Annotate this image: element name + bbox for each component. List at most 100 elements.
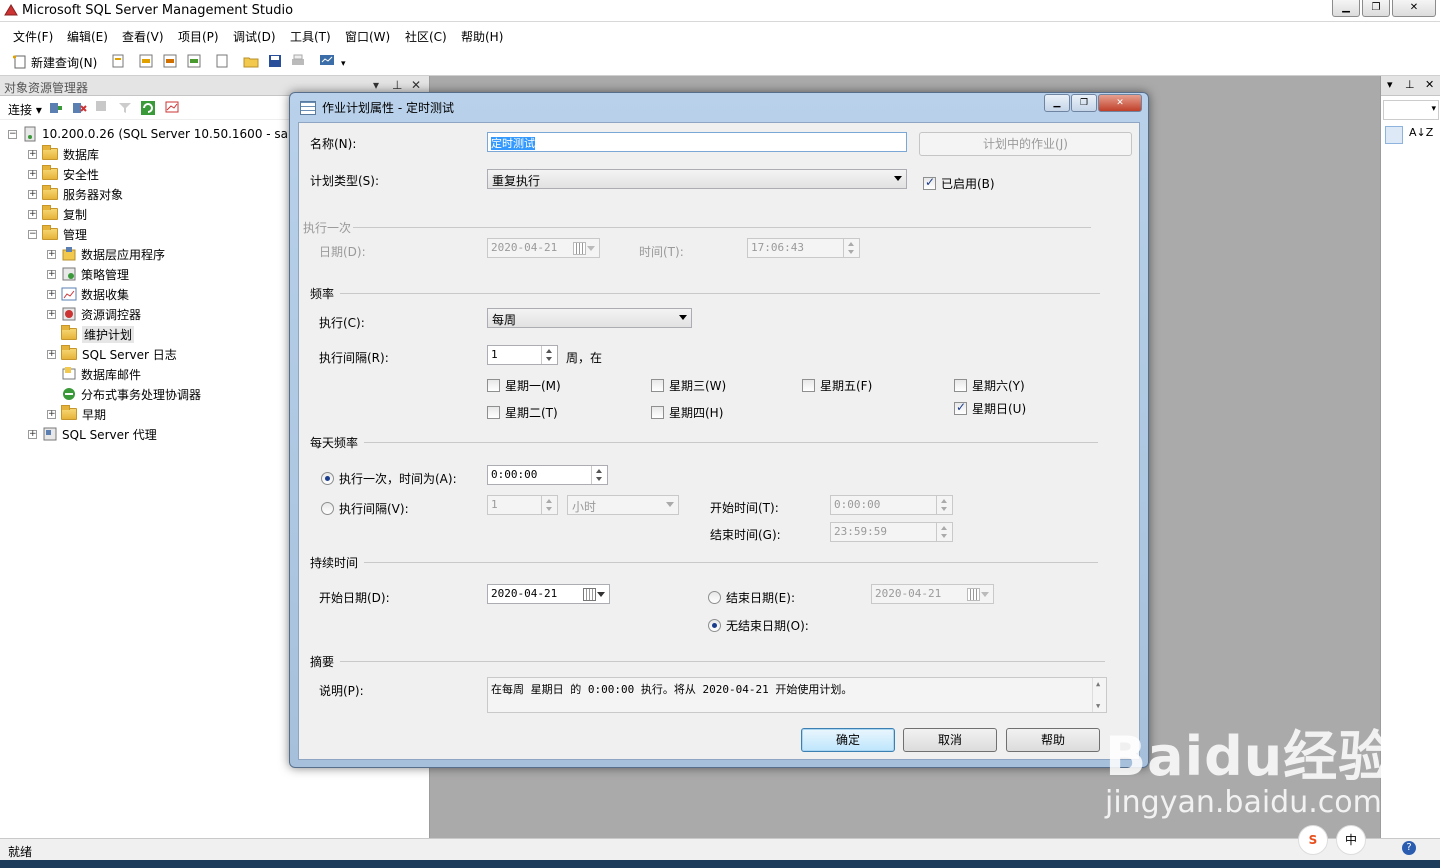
print-icon[interactable]	[290, 53, 306, 69]
menu-debug[interactable]: 调试(D)	[233, 28, 276, 45]
file-icon[interactable]	[110, 53, 126, 69]
save-icon[interactable]	[267, 53, 283, 69]
xmla-query-icon[interactable]	[186, 53, 202, 69]
end-date-radio[interactable]: 结束日期(E):	[708, 589, 795, 606]
tree-node-policy-management[interactable]: + 策略管理	[47, 264, 129, 284]
activity-monitor-small-icon[interactable]	[164, 100, 180, 116]
ime-mode-icon[interactable]: 中	[1336, 825, 1366, 855]
pin-icon[interactable]: ⊥	[392, 78, 402, 92]
occurs-every-radio[interactable]: 执行间隔(V):	[321, 500, 409, 517]
dmx-query-icon[interactable]	[162, 53, 178, 69]
no-end-date-radio[interactable]: 无结束日期(O):	[708, 617, 809, 634]
wednesday-checkbox[interactable]: 星期三(W)	[651, 377, 726, 394]
occurs-every-unit-select[interactable]: 小时	[567, 495, 679, 515]
tree-node-resource-governor[interactable]: + 资源调控器	[47, 304, 141, 324]
enabled-checkbox[interactable]: 已启用(B)	[923, 175, 995, 192]
main-toolbar: 新建查询(N) ▾	[0, 48, 1440, 76]
menu-tools[interactable]: 工具(T)	[290, 28, 331, 45]
folder-icon	[42, 185, 58, 200]
categorized-icon[interactable]	[1385, 126, 1403, 144]
friday-checkbox[interactable]: 星期五(F)	[802, 377, 872, 394]
ok-button[interactable]: 确定	[801, 728, 895, 752]
tree-node-security[interactable]: + 安全性	[28, 164, 99, 184]
open-folder-icon[interactable]	[243, 53, 259, 69]
tree-node-management[interactable]: − 管理	[28, 224, 87, 244]
tree-node-data-tier-apps[interactable]: + 数据层应用程序	[47, 244, 165, 264]
refresh-icon[interactable]	[140, 100, 156, 116]
tree-node-data-collection[interactable]: + 数据收集	[47, 284, 129, 304]
occurs-every-spinner[interactable]: 1	[487, 495, 558, 515]
name-field[interactable]: 定时测试	[487, 132, 907, 152]
ssms-icon	[4, 4, 18, 16]
pin-icon[interactable]: ⊥	[1405, 78, 1415, 91]
sogou-ime-icon[interactable]: S	[1298, 825, 1328, 855]
new-query-button[interactable]: 新建查询(N)	[12, 53, 97, 71]
close-button[interactable]: ✕	[1392, 0, 1436, 17]
panel-close-icon[interactable]: ✕	[411, 78, 421, 92]
cancel-button[interactable]: 取消	[903, 728, 997, 752]
status-text: 就绪	[8, 845, 33, 859]
menu-edit[interactable]: 编辑(E)	[67, 28, 108, 45]
new-query-label: 新建查询(N)	[31, 55, 98, 70]
menu-project[interactable]: 项目(P)	[178, 28, 219, 45]
filter-icon[interactable]	[117, 100, 133, 116]
dialog-maximize-button[interactable]: ❐	[1071, 94, 1097, 112]
thursday-checkbox[interactable]: 星期四(H)	[651, 404, 723, 421]
minimize-button[interactable]: ▁	[1332, 0, 1360, 17]
schedule-type-select[interactable]: 重复执行	[487, 169, 907, 189]
tree-node-sql-server-logs[interactable]: + SQL Server 日志	[47, 344, 177, 364]
help-icon[interactable]: ?	[1402, 841, 1416, 855]
help-button[interactable]: 帮助	[1006, 728, 1100, 752]
tree-node-replication[interactable]: + 复制	[28, 204, 87, 224]
tree-node-server[interactable]: − 10.200.0.26 (SQL Server 10.50.1600 - s…	[8, 124, 293, 144]
calendar-icon	[967, 588, 989, 601]
dialog-close-button[interactable]: ✕	[1098, 94, 1142, 112]
saturday-checkbox[interactable]: 星期六(Y)	[954, 377, 1025, 394]
description-textarea[interactable]: 在每周 星期日 的 0:00:00 执行。将从 2020-04-21 开始使用计…	[487, 677, 1107, 713]
panel-close-icon[interactable]: ✕	[1425, 78, 1434, 91]
tree-node-database-mail[interactable]: 数据库邮件	[47, 364, 141, 384]
stop-icon[interactable]	[96, 101, 106, 111]
tree-node-server-objects[interactable]: + 服务器对象	[28, 184, 123, 204]
tree-node-maintenance-plans[interactable]: 维护计划	[47, 324, 135, 344]
tree-node-dtc[interactable]: 分布式事务处理协调器	[47, 384, 201, 404]
data-tier-app-icon	[62, 247, 76, 261]
sort-az-icon[interactable]: A↓Z	[1409, 126, 1433, 139]
start-date-picker[interactable]: 2020-04-21	[487, 584, 610, 604]
compact-query-icon[interactable]	[214, 53, 230, 69]
connect-object-explorer-icon[interactable]	[48, 100, 64, 116]
disconnect-icon[interactable]	[71, 100, 87, 116]
starting-at-spinner[interactable]: 0:00:00	[830, 495, 953, 515]
menu-help[interactable]: 帮助(H)	[461, 28, 503, 45]
activity-monitor-icon[interactable]	[319, 53, 335, 69]
occurs-select[interactable]: 每周	[487, 308, 692, 328]
ending-at-spinner[interactable]: 23:59:59	[830, 522, 953, 542]
sunday-checkbox[interactable]: 星期日(U)	[954, 400, 1026, 417]
tree-node-legacy[interactable]: + 早期	[47, 404, 106, 424]
tuesday-checkbox[interactable]: 星期二(T)	[487, 404, 558, 421]
recurs-every-spinner[interactable]: 1	[487, 345, 558, 365]
menu-community[interactable]: 社区(C)	[405, 28, 447, 45]
connect-dropdown[interactable]: 连接 ▾	[8, 101, 42, 118]
toolbar-overflow-icon[interactable]: ▾	[341, 59, 346, 69]
monday-checkbox[interactable]: 星期一(M)	[487, 377, 561, 394]
tree-node-databases[interactable]: + 数据库	[28, 144, 99, 164]
panel-dropdown-icon[interactable]: ▾	[373, 78, 379, 92]
menu-view[interactable]: 查看(V)	[122, 28, 164, 45]
end-date-picker[interactable]: 2020-04-21	[871, 584, 994, 604]
jobs-in-schedule-button[interactable]: 计划中的作业(J)	[919, 132, 1132, 156]
ending-at-label: 结束时间(G):	[710, 528, 781, 542]
dialog-minimize-button[interactable]: ▁	[1044, 94, 1070, 112]
menu-file[interactable]: 文件(F)	[13, 28, 53, 45]
occurs-once-time-spinner[interactable]: 0:00:00	[487, 465, 608, 485]
tree-node-sql-agent[interactable]: + SQL Server 代理	[28, 424, 157, 444]
maximize-button[interactable]: ❐	[1362, 0, 1390, 17]
object-selector[interactable]: ▾	[1383, 100, 1439, 120]
menu-window[interactable]: 窗口(W)	[345, 28, 390, 45]
one-time-date-picker[interactable]: 2020-04-21	[487, 238, 600, 258]
mdx-query-icon[interactable]	[138, 53, 154, 69]
one-time-time-spinner[interactable]: 17:06:43	[747, 238, 860, 258]
panel-dropdown-icon[interactable]: ▾	[1387, 78, 1393, 91]
description-scrollbar[interactable]	[1092, 678, 1106, 712]
occurs-once-at-radio[interactable]: 执行一次，时间为(A):	[321, 470, 457, 487]
